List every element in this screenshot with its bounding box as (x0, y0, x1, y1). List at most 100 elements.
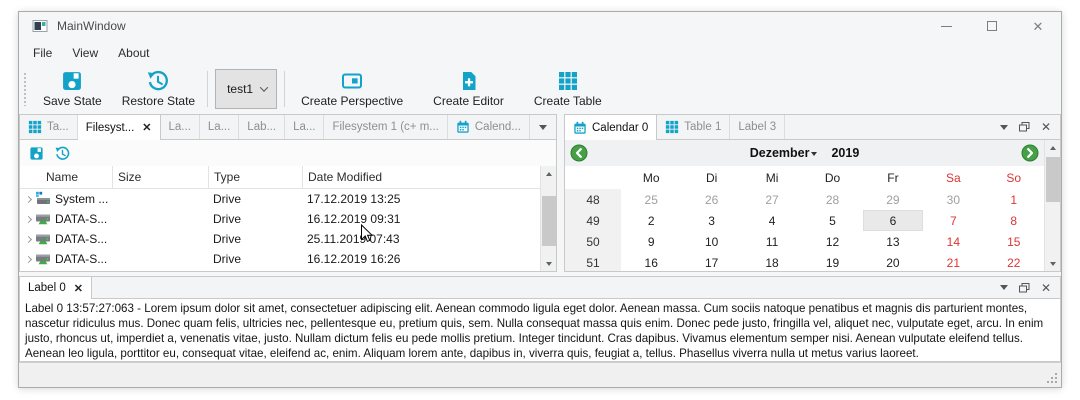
calendar-day[interactable]: 14 (923, 231, 983, 252)
calendar-week-row: 48 25 26 27 28 29 30 1 (565, 189, 1044, 210)
tab-label-b[interactable]: La... (200, 115, 239, 139)
scroll-down-icon[interactable] (541, 256, 557, 271)
calendar-day[interactable]: 26 (681, 189, 741, 210)
tab-label-a[interactable]: La... (161, 115, 200, 139)
save-state-button[interactable]: Save State (35, 66, 110, 112)
menu-file[interactable]: File (23, 42, 62, 64)
calendar-day[interactable]: 5 (802, 210, 862, 231)
file-row[interactable]: DATA-S... Drive 16.12.2019 09:31 (20, 209, 540, 229)
tab-filesystem-1[interactable]: Filesystem 1 (c+ m... (324, 115, 447, 139)
tab-table-1[interactable]: Table 1 (657, 115, 730, 139)
minimize-button[interactable] (923, 12, 969, 40)
perspective-combo[interactable]: test1 (215, 69, 277, 109)
column-header-type[interactable]: Type (208, 166, 302, 188)
create-table-button[interactable]: Create Table (526, 66, 610, 112)
dock-menu-icon[interactable] (1000, 125, 1008, 130)
calendar-day[interactable]: 13 (863, 231, 923, 252)
dock-close-icon[interactable]: ✕ (1041, 282, 1051, 294)
resize-grip[interactable] (1055, 381, 1057, 383)
column-header-size[interactable]: Size (112, 166, 208, 188)
tab-calendar[interactable]: Calend... (448, 115, 530, 139)
save-icon[interactable] (29, 146, 44, 161)
calendar-day[interactable]: 3 (681, 210, 741, 231)
close-button[interactable]: ✕ (1015, 12, 1061, 40)
calendar-day[interactable]: 29 (863, 189, 923, 210)
data-drive-icon (35, 231, 51, 247)
scroll-up-icon[interactable] (1045, 140, 1061, 155)
file-row[interactable]: DATA-S... Drive 16.12.2019 16:26 (20, 249, 540, 269)
expand-chevron-icon[interactable] (25, 255, 32, 262)
calendar-day[interactable]: 19 (802, 252, 862, 272)
filesystem-dock: Ta... Filesyst... ✕ La... La... Lab... L… (19, 114, 557, 272)
column-header-date[interactable]: Date Modified (302, 166, 540, 188)
dock-close-icon[interactable]: ✕ (1041, 121, 1051, 133)
calendar-day[interactable]: 7 (923, 210, 983, 231)
dock-menu-icon[interactable] (1000, 285, 1008, 290)
calendar-day[interactable]: 28 (802, 189, 862, 210)
calendar-day[interactable]: 2 (621, 210, 681, 231)
tab-label-c[interactable]: Lab... (239, 115, 285, 139)
restore-state-button[interactable]: Restore State (114, 66, 203, 112)
calendar-day[interactable]: 16 (621, 252, 681, 272)
tab-filesystem-active[interactable]: Filesyst... ✕ (78, 115, 161, 140)
file-table-header: Name Size Type Date Modified (20, 166, 540, 189)
calendar-day[interactable]: 11 (742, 231, 802, 252)
calendar-day[interactable]: 25 (621, 189, 681, 210)
calendar-day[interactable]: 22 (984, 252, 1044, 272)
title-bar[interactable]: MainWindow ✕ (19, 12, 1061, 40)
calendar-day[interactable]: 12 (802, 231, 862, 252)
create-editor-button[interactable]: Create Editor (425, 66, 512, 112)
year-button[interactable]: 2019 (831, 146, 859, 160)
tab-close-icon[interactable]: ✕ (74, 282, 83, 295)
calendar-day[interactable]: 27 (742, 189, 802, 210)
file-row[interactable]: DATA-S... Drive 25.11.2019 07:43 (20, 229, 540, 249)
scrollbar-thumb[interactable] (1046, 157, 1060, 202)
chevron-down-icon (260, 83, 268, 91)
calendar-day[interactable]: 21 (923, 252, 983, 272)
toolbar-drag-handle[interactable] (23, 72, 28, 106)
next-month-button[interactable] (1021, 144, 1039, 162)
calendar-day-selected[interactable]: 6 (863, 210, 923, 231)
tab-label-d[interactable]: La... (285, 115, 324, 139)
calendar-day[interactable]: 1 (984, 189, 1044, 210)
expand-chevron-icon[interactable] (25, 195, 32, 202)
create-perspective-button[interactable]: Create Perspective (293, 66, 411, 112)
column-header-name[interactable]: Name (20, 166, 112, 188)
calendar-day[interactable]: 9 (621, 231, 681, 252)
dock-float-icon[interactable] (1019, 122, 1030, 132)
month-button[interactable]: Dezember (750, 146, 818, 160)
calendar-day[interactable]: 8 (984, 210, 1044, 231)
menu-view[interactable]: View (62, 42, 108, 64)
dock-float-icon[interactable] (1019, 283, 1030, 293)
vertical-scrollbar[interactable] (540, 166, 556, 271)
prev-month-button[interactable] (570, 144, 588, 162)
data-drive-icon (35, 251, 51, 267)
tab-label-0[interactable]: Label 0 ✕ (20, 277, 92, 299)
expand-chevron-icon[interactable] (25, 215, 32, 222)
calendar-day[interactable]: 30 (923, 189, 983, 210)
dock-menu-icon[interactable] (539, 125, 547, 130)
calendar-icon (573, 121, 587, 135)
history-icon[interactable] (55, 146, 70, 161)
vertical-scrollbar[interactable] (1044, 140, 1060, 271)
calendar-day[interactable]: 18 (742, 252, 802, 272)
tab-table-0[interactable]: Ta... (20, 115, 78, 139)
scrollbar-thumb[interactable] (542, 196, 556, 246)
scroll-down-icon[interactable] (1045, 256, 1061, 271)
calendar-day[interactable]: 20 (863, 252, 923, 272)
calendar-day[interactable]: 17 (681, 252, 741, 272)
scroll-up-icon[interactable] (541, 166, 557, 181)
document-plus-icon (458, 70, 480, 92)
menu-about[interactable]: About (108, 42, 159, 64)
calendar-day[interactable]: 10 (681, 231, 741, 252)
expand-chevron-icon[interactable] (25, 235, 32, 242)
file-row[interactable]: System ... Drive 17.12.2019 13:25 (20, 189, 540, 209)
calendar-day[interactable]: 4 (742, 210, 802, 231)
calendar-day[interactable]: 15 (984, 231, 1044, 252)
tab-calendar-0[interactable]: Calendar 0 (565, 115, 657, 140)
tab-close-icon[interactable]: ✕ (142, 121, 151, 134)
week-number: 48 (565, 189, 621, 210)
tab-label-3[interactable]: Label 3 (730, 115, 785, 139)
maximize-button[interactable] (969, 12, 1015, 40)
status-bar (19, 362, 1061, 387)
